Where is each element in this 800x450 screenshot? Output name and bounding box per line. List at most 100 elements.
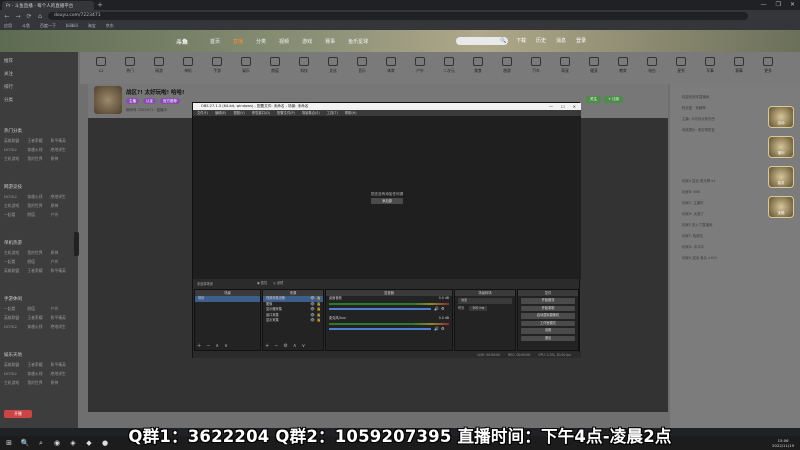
address-bar[interactable]: douyu.com/7223471 <box>48 12 748 20</box>
site-logo[interactable]: 斗鱼 <box>176 37 188 46</box>
header-action[interactable]: 历史 <box>536 37 546 44</box>
bookmark-item[interactable]: 京东 <box>106 22 114 30</box>
sidebar-item[interactable]: 排行 <box>4 84 13 94</box>
minimize-icon[interactable]: — <box>761 0 767 10</box>
sidebar-category-link[interactable]: 原神 <box>51 203 74 209</box>
move-up-icon[interactable]: ∧ <box>293 343 297 349</box>
sidebar-category-link[interactable]: 原神 <box>51 380 74 386</box>
category-item[interactable]: 萌宠 <box>550 54 580 74</box>
site-nav-item[interactable]: 分类 <box>256 38 266 45</box>
sidebar-category-link[interactable]: 王者荣耀 <box>27 362 50 368</box>
search-icon[interactable]: 🔍 <box>500 38 506 44</box>
sidebar-category-link[interactable]: 一起看 <box>4 306 27 312</box>
sidebar-category-link[interactable]: 王者荣耀 <box>27 268 50 274</box>
sidebar-category-link[interactable]: 穿越火线 <box>27 324 50 330</box>
sidebar-category-link[interactable]: 绝地求生 <box>51 324 74 330</box>
category-item[interactable]: 更多 <box>753 54 783 74</box>
sidebar-category-link[interactable]: 颜值 <box>27 212 50 218</box>
site-nav-item[interactable]: 视频 <box>279 38 289 45</box>
back-icon[interactable]: ← <box>4 13 10 20</box>
forward-icon[interactable]: → <box>15 13 21 20</box>
sidebar-category-link[interactable]: 一起看 <box>4 259 27 265</box>
sidebar-category-link[interactable]: 王者荣耀 <box>27 138 50 144</box>
category-item[interactable]: 健身 <box>579 54 609 74</box>
gear-icon[interactable]: ⚙ <box>441 306 445 311</box>
start-stream-button[interactable]: 开播 <box>4 410 32 418</box>
add-source-icon[interactable]: + <box>265 343 269 349</box>
header-action[interactable]: 下载 <box>516 37 526 44</box>
scene-item[interactable]: 场景 <box>195 296 260 302</box>
category-item[interactable]: 手游 <box>202 54 232 74</box>
sidebar-category-link[interactable]: 我的世界 <box>27 156 50 162</box>
add-source-button[interactable]: 添加源 <box>371 198 403 204</box>
add-scene-icon[interactable]: + <box>197 343 201 349</box>
remove-source-icon[interactable]: − <box>274 343 278 349</box>
bookmark-item[interactable]: 百度一下 <box>40 22 56 30</box>
site-nav-item[interactable]: 首页 <box>210 38 220 45</box>
sidebar-category-link[interactable]: 和平精英 <box>51 315 74 321</box>
bookmark-item[interactable]: 应用 <box>4 22 12 30</box>
volume-slider[interactable] <box>329 308 431 310</box>
category-item[interactable]: 旅游 <box>492 54 522 74</box>
lock-icon[interactable]: 🔓 <box>317 318 321 324</box>
gear-icon[interactable]: ⚙ <box>283 343 287 349</box>
sidebar-category-link[interactable]: 主机游戏 <box>4 203 27 209</box>
gear-icon[interactable]: ⚙ <box>441 326 445 331</box>
speaker-icon[interactable]: 🔊 <box>434 326 439 331</box>
site-nav-item[interactable]: 赛事 <box>325 38 335 45</box>
category-item[interactable]: 星秀 <box>666 54 696 74</box>
floating-badge[interactable]: 活动 <box>768 106 794 128</box>
sidebar-category-link[interactable]: 王者荣耀 <box>27 315 50 321</box>
control-button[interactable]: 设置 <box>521 328 575 334</box>
bookmark-item[interactable]: bilibili <box>66 22 78 30</box>
control-button[interactable]: 启动虚拟摄像机 <box>521 313 575 319</box>
site-nav-item[interactable]: 鱼乐星球 <box>348 38 368 45</box>
sidebar-category-link[interactable]: 和平精英 <box>51 362 74 368</box>
category-item[interactable]: 美食 <box>463 54 493 74</box>
sidebar-category-link[interactable]: 和平精英 <box>51 268 74 274</box>
sidebar-category-link[interactable]: 主机游戏 <box>4 156 27 162</box>
category-item[interactable]: 汽车 <box>521 54 551 74</box>
category-item[interactable]: 网游 <box>144 54 174 74</box>
new-tab-button[interactable]: + <box>96 1 104 9</box>
sidebar-category-link[interactable]: 主机游戏 <box>4 380 27 386</box>
category-item[interactable]: 教育 <box>608 54 638 74</box>
sidebar-category-link[interactable]: 穿越火线 <box>27 371 50 377</box>
sidebar-category-link[interactable]: 我的世界 <box>27 380 50 386</box>
control-button[interactable]: 退出 <box>521 335 575 341</box>
sidebar-category-link[interactable]: 绝地求生 <box>51 194 74 200</box>
category-item[interactable]: 体育 <box>376 54 406 74</box>
category-item[interactable]: 颜值 <box>260 54 290 74</box>
category-item[interactable]: 热门 <box>115 54 145 74</box>
eye-icon[interactable]: 👁 <box>310 318 314 324</box>
site-nav-item[interactable]: 直播 <box>233 38 243 45</box>
bookmark-item[interactable]: 淘宝 <box>88 22 96 30</box>
sidebar-category-link[interactable]: DOTA2 <box>4 324 27 330</box>
sidebar-category-link[interactable]: 户外 <box>51 212 74 218</box>
sidebar-item[interactable]: 推荐 <box>4 58 13 68</box>
sidebar-category-link[interactable]: DOTA2 <box>4 147 27 153</box>
source-item[interactable]: 显示采集 👁 🔓 <box>263 318 323 324</box>
remove-scene-icon[interactable]: − <box>206 343 210 349</box>
category-item[interactable]: 军事 <box>695 54 725 74</box>
sidebar-category-link[interactable]: 英雄联盟 <box>4 362 27 368</box>
sidebar-category-link[interactable]: 户外 <box>51 306 74 312</box>
control-button[interactable]: 开始推流 <box>521 298 575 304</box>
sidebar-category-link[interactable]: 英雄联盟 <box>4 315 27 321</box>
sidebar-category-link[interactable]: 我的世界 <box>27 250 50 256</box>
bookmark-item[interactable]: 斗鱼 <box>22 22 30 30</box>
category-item[interactable]: 12 <box>86 54 116 73</box>
sidebar-category-link[interactable]: 颜值 <box>27 259 50 265</box>
category-item[interactable]: 娱乐 <box>231 54 261 74</box>
category-item[interactable]: 单机 <box>173 54 203 74</box>
sidebar-category-link[interactable]: DOTA2 <box>4 194 27 200</box>
move-down-icon[interactable]: ∨ <box>224 343 228 349</box>
sidebar-category-link[interactable]: 原神 <box>51 156 74 162</box>
sidebar-category-link[interactable]: DOTA2 <box>4 371 27 377</box>
sidebar-item[interactable]: 关注 <box>4 71 13 81</box>
streamer-avatar[interactable] <box>94 86 122 114</box>
browser-tab[interactable]: Pr · 斗鱼直播 - 每个人的直播平台 <box>2 1 94 10</box>
category-item[interactable]: 赛事 <box>724 54 754 74</box>
category-item[interactable]: 科技 <box>289 54 319 74</box>
header-action[interactable]: 消息 <box>556 37 566 44</box>
